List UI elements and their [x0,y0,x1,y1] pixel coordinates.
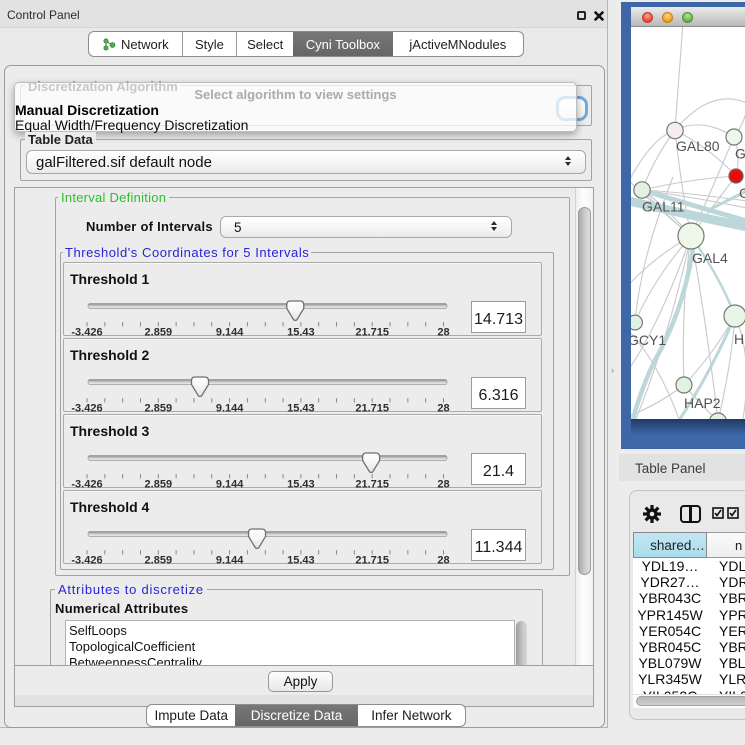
svg-text:GAL4: GAL4 [692,250,728,266]
svg-text:C: C [739,185,745,201]
svg-text:HAP2: HAP2 [684,395,721,411]
svg-text:GAL80: GAL80 [676,138,720,154]
svg-text:GA: GA [735,146,745,162]
svg-text:GCY1: GCY1 [631,332,666,348]
svg-text:H: H [734,331,744,347]
svg-text:GAL11: GAL11 [642,199,685,215]
